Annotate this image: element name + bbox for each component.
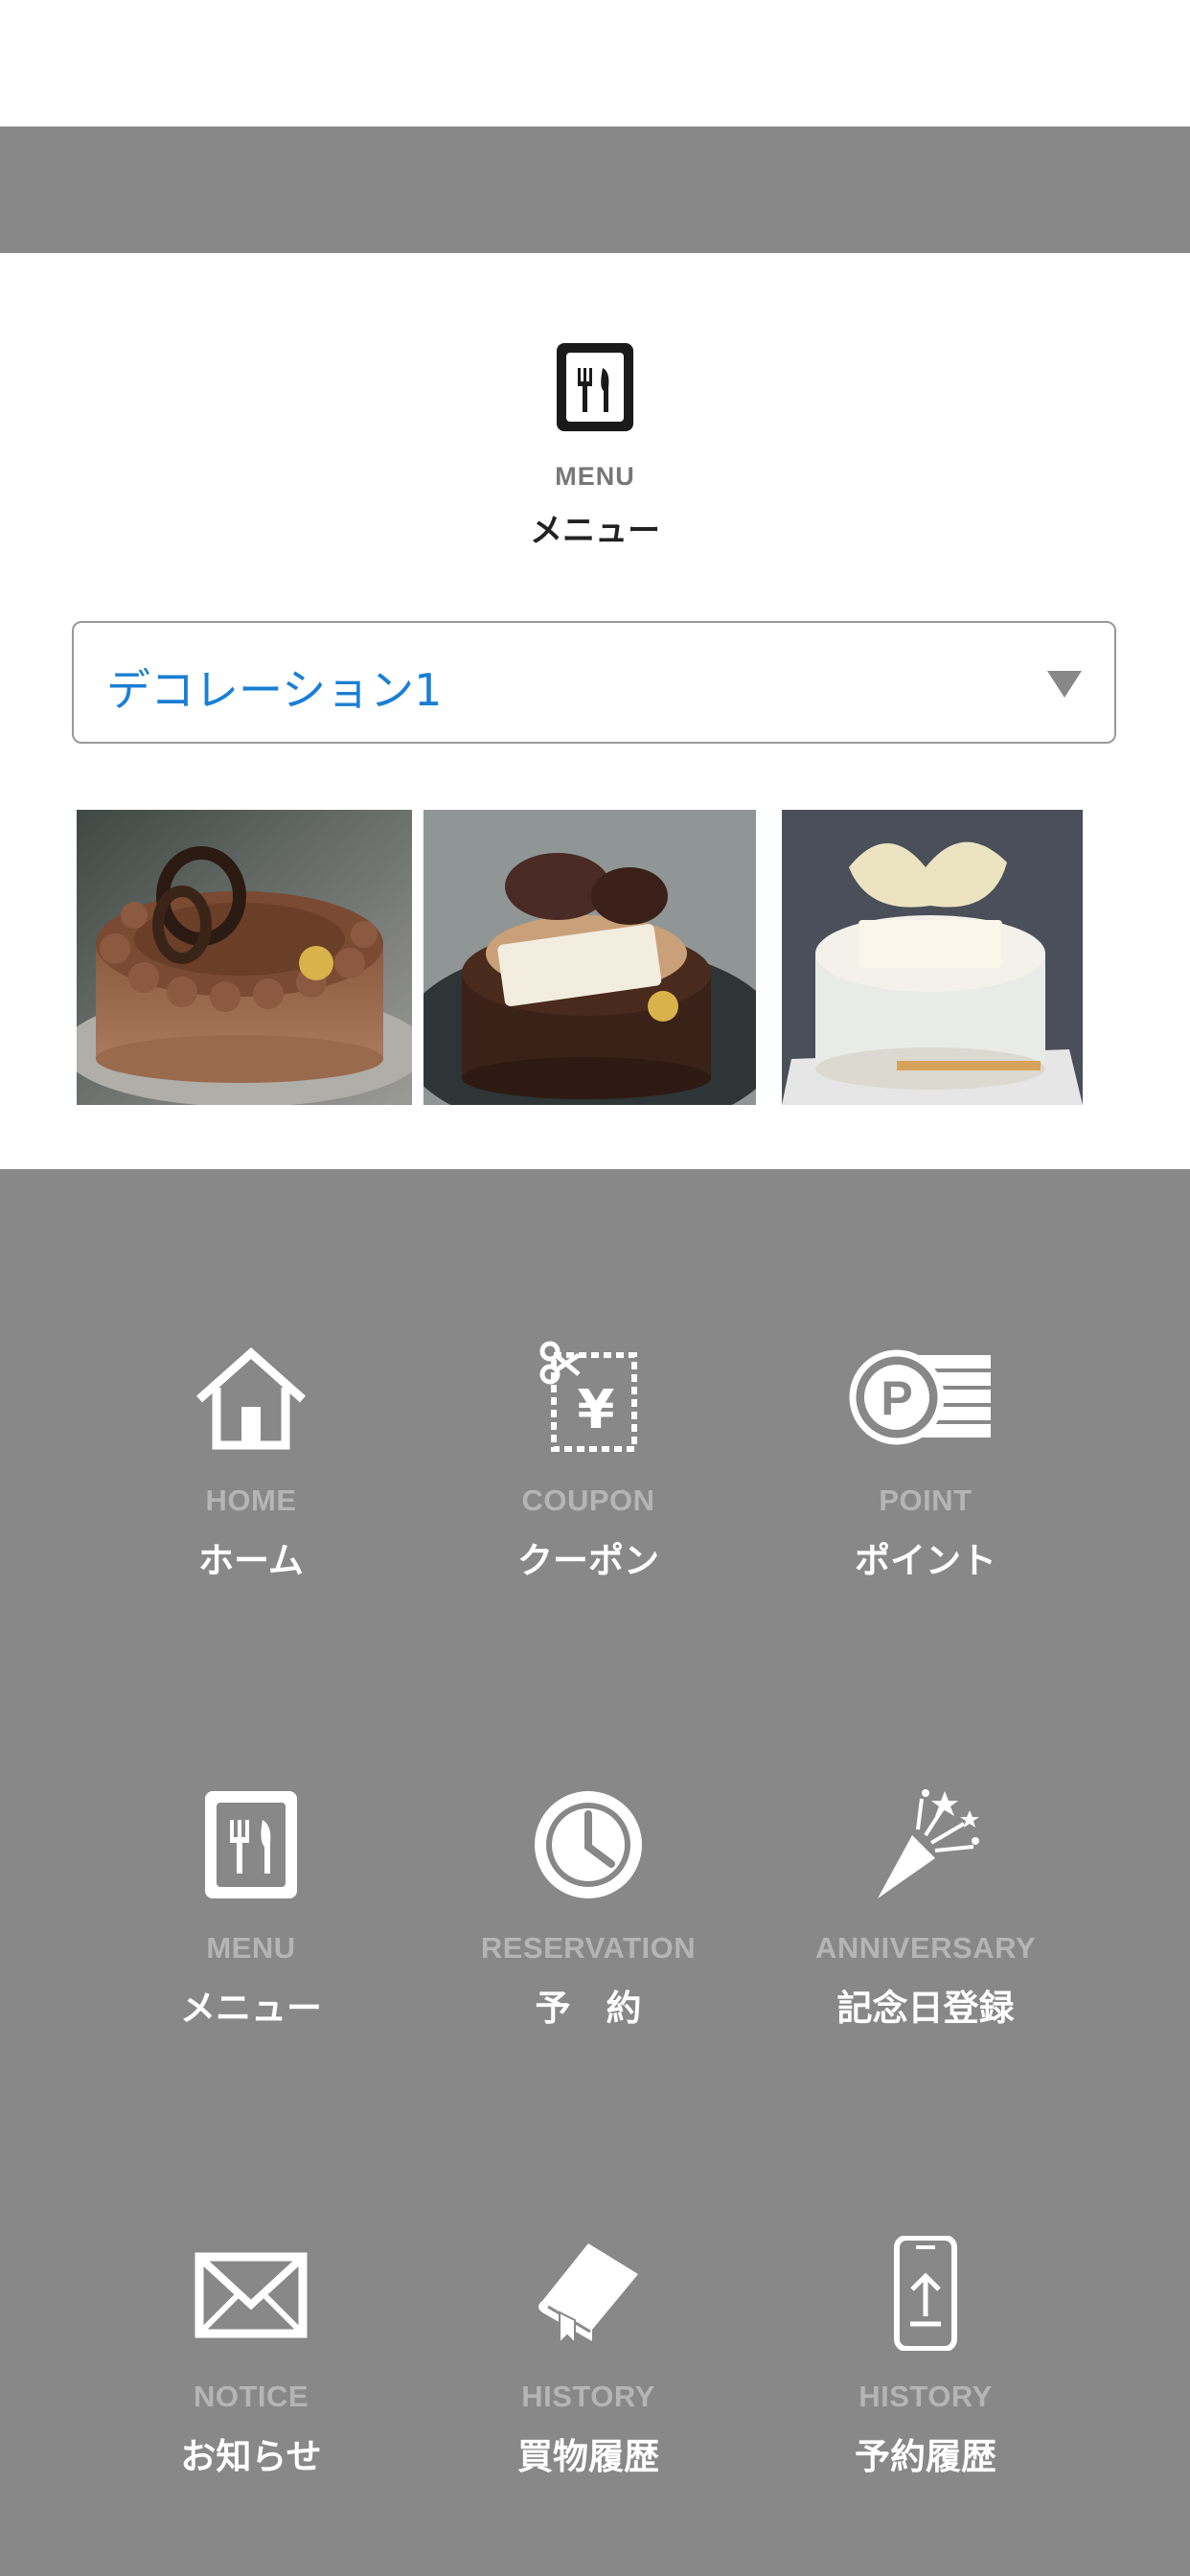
nav-label: 買物履歴 bbox=[517, 2436, 659, 2477]
nav-item-menu[interactable]: MENU メニュー bbox=[79, 1787, 423, 2075]
bottom-navigation: HOME ホーム ¥ COUPON クーポン P POINT ポイント MENU… bbox=[0, 1169, 1190, 2576]
page-header: MENU メニュー bbox=[0, 253, 1190, 560]
product-image-chocolate-cake[interactable] bbox=[77, 810, 412, 1105]
nav-item-coupon[interactable]: ¥ COUPON クーポン bbox=[416, 1340, 761, 1627]
nav-label-en: HISTORY bbox=[858, 2380, 993, 2413]
cutlery-icon bbox=[557, 343, 633, 431]
nav-label-en: HOME bbox=[205, 1484, 297, 1517]
nav-label: メニュー bbox=[180, 1988, 322, 2029]
nav-item-reservation[interactable]: RESERVATION 予 約 bbox=[416, 1787, 761, 2075]
nav-item-home[interactable]: HOME ホーム bbox=[79, 1340, 423, 1627]
cutlery-icon bbox=[205, 1791, 297, 1898]
nav-label-en: MENU bbox=[206, 1931, 296, 1965]
nav-label: 予 約 bbox=[535, 1988, 642, 2029]
clock-icon bbox=[535, 1791, 642, 1898]
nav-item-purchase-history[interactable]: HISTORY 買物履歴 bbox=[416, 2236, 761, 2523]
svg-text:¥: ¥ bbox=[578, 1379, 615, 1441]
book-icon bbox=[538, 2243, 638, 2346]
nav-label: 記念日登録 bbox=[836, 1988, 1015, 2029]
envelope-icon bbox=[195, 2252, 308, 2338]
nav-label-en: ANNIVERSARY bbox=[815, 1931, 1036, 1965]
product-image-happy-birthday-mama-cake[interactable] bbox=[423, 810, 756, 1105]
page-title: メニュー bbox=[530, 512, 660, 550]
category-select[interactable]: デコレーション1 bbox=[72, 621, 1116, 744]
nav-item-reservation-history[interactable]: HISTORY 予約履歴 bbox=[753, 2236, 1098, 2523]
nav-item-notice[interactable]: NOTICE お知らせ bbox=[79, 2236, 423, 2523]
nav-label: お知らせ bbox=[180, 2436, 322, 2477]
caret-down-icon bbox=[1047, 671, 1082, 698]
product-image-white-birthday-cake[interactable] bbox=[782, 810, 1083, 1105]
party-popper-icon bbox=[878, 1789, 979, 1898]
point-icon: P bbox=[849, 1349, 991, 1445]
nav-label-en: HISTORY bbox=[521, 2380, 655, 2413]
nav-item-point[interactable]: P POINT ポイント bbox=[753, 1340, 1098, 1627]
home-icon bbox=[196, 1346, 306, 1450]
svg-text:P: P bbox=[881, 1371, 912, 1425]
app-header-bar bbox=[0, 126, 1190, 253]
coupon-icon: ¥ bbox=[539, 1341, 637, 1452]
status-bar-area bbox=[0, 0, 1190, 126]
nav-label-en: POINT bbox=[879, 1484, 973, 1517]
page-title-en: MENU bbox=[555, 462, 635, 491]
nav-item-anniversary[interactable]: ANNIVERSARY 記念日登録 bbox=[753, 1787, 1098, 2075]
smartphone-upload-icon bbox=[894, 2236, 957, 2351]
nav-label: ポイント bbox=[855, 1540, 996, 1581]
nav-label-en: COUPON bbox=[521, 1484, 655, 1517]
nav-label-en: RESERVATION bbox=[480, 1931, 697, 1965]
nav-label: クーポン bbox=[517, 1540, 659, 1581]
category-select-value: デコレーション1 bbox=[106, 664, 443, 716]
nav-label: 予約履歴 bbox=[855, 2436, 996, 2477]
nav-label-en: NOTICE bbox=[193, 2380, 309, 2413]
nav-label: ホーム bbox=[198, 1540, 304, 1581]
